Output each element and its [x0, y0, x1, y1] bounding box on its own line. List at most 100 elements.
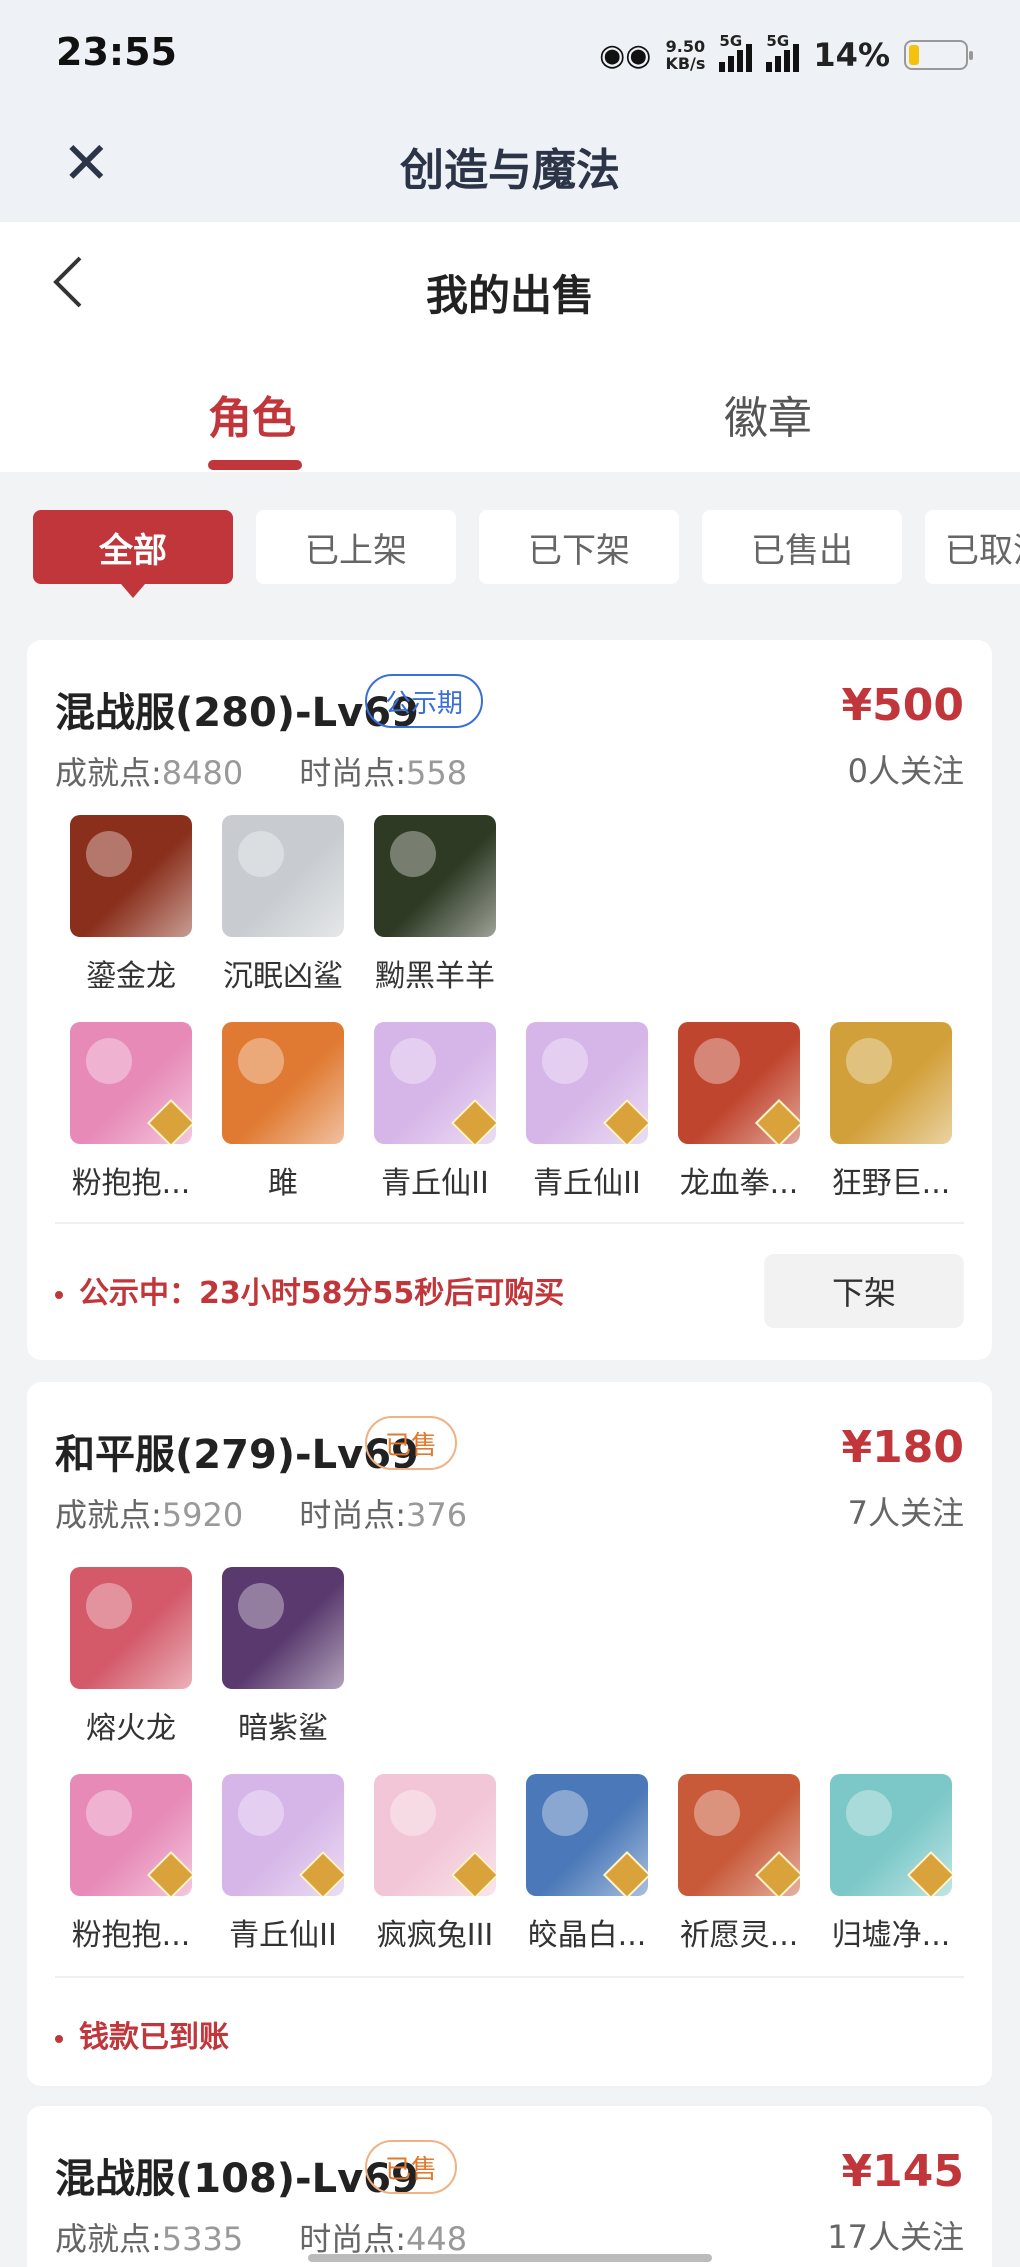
status-badge: 已售	[365, 1416, 458, 1470]
mount-name: 黝黑羊羊	[375, 959, 495, 994]
pet-name: 皎晶白...	[527, 1918, 647, 1953]
pet-image	[678, 1774, 800, 1896]
pet-name: 粉抱抱...	[71, 1166, 191, 1201]
sim2-label: 5G	[766, 32, 790, 50]
app-title: 创造与魔法	[400, 145, 620, 196]
pet-item[interactable]: 祈愿灵...	[663, 1774, 815, 1954]
divider	[55, 1976, 964, 1978]
pet-image	[830, 1022, 952, 1144]
mount-image	[374, 815, 496, 937]
tab-badge[interactable]: 徽章	[724, 382, 812, 446]
mount-row: 熔火龙 暗紫鲨	[55, 1567, 967, 1747]
status-badge: 公示期	[365, 674, 484, 728]
pet-image	[70, 1774, 192, 1896]
achievement-label: 成就点:	[55, 1496, 162, 1534]
pet-image	[70, 1022, 192, 1144]
pet-item[interactable]: 皎晶白...	[511, 1774, 663, 1954]
pet-row: 粉抱抱... 青丘仙II 疯疯兔III 皎晶白... 祈愿灵... 归墟净...	[55, 1774, 967, 1954]
battery-icon	[904, 40, 973, 70]
listing-title: 混战服(108)-Lv69	[55, 2156, 419, 2202]
mount-name: 暗紫鲨	[238, 1711, 328, 1746]
home-indicator[interactable]	[308, 2254, 712, 2262]
pet-item[interactable]: 青丘仙II	[207, 1774, 359, 1954]
mount-item[interactable]: 暗紫鲨	[207, 1567, 359, 1747]
network-speed: 9.50 KB/s	[665, 38, 705, 72]
sim1-label: 5G	[719, 32, 743, 50]
fashion-value: 448	[406, 2220, 468, 2258]
mount-name: 鎏金龙	[86, 959, 176, 994]
signal-icon: 5G	[719, 32, 753, 72]
pet-item[interactable]: 青丘仙II	[359, 1022, 511, 1202]
listing-status-text: 公示中：23小时58分55秒后可购买	[79, 1276, 565, 1311]
mount-image	[222, 1567, 344, 1689]
achievement-label: 成就点:	[55, 2220, 162, 2258]
pet-item[interactable]: 粉抱抱...	[55, 1774, 207, 1954]
fashion-label: 时尚点:	[299, 2220, 407, 2258]
fashion-label: 时尚点:	[299, 1496, 407, 1534]
status-bar: 23:55 ◉◉ 9.50 KB/s 5G 5G 14%	[0, 0, 1020, 110]
signal-icon-2: 5G	[766, 32, 800, 72]
mount-item[interactable]: 鎏金龙	[55, 815, 207, 995]
pet-image	[526, 1022, 648, 1144]
pet-image	[222, 1022, 344, 1144]
pet-item[interactable]: 疯疯兔III	[359, 1774, 511, 1954]
pet-item[interactable]: 雎	[207, 1022, 359, 1202]
mount-image	[70, 1567, 192, 1689]
divider	[55, 1222, 964, 1224]
listing-status: 钱款已到账	[55, 2012, 229, 2056]
pet-name: 龙血拳...	[679, 1166, 799, 1201]
pet-image	[526, 1774, 648, 1896]
pet-name: 狂野巨...	[831, 1166, 951, 1201]
pet-name: 青丘仙II	[229, 1918, 337, 1953]
pet-item[interactable]: 粉抱抱...	[55, 1022, 207, 1202]
pet-image	[374, 1022, 496, 1144]
tab-active-indicator	[208, 460, 302, 470]
listing-status: 公示中：23小时58分55秒后可购买	[55, 1268, 564, 1312]
pet-image	[830, 1774, 952, 1896]
followers-count: 0人关注	[847, 752, 964, 790]
pet-name: 疯疯兔III	[376, 1918, 494, 1953]
listing-meta: 成就点:5920 时尚点:376	[55, 1490, 467, 1536]
filter-sold[interactable]: 已售出	[702, 510, 902, 584]
pet-name: 雎	[268, 1166, 298, 1201]
delist-button[interactable]: 下架	[764, 1254, 964, 1328]
status-indicators: ◉◉ 9.50 KB/s 5G 5G 14%	[599, 30, 973, 80]
pet-item[interactable]: 归墟净...	[815, 1774, 967, 1954]
achievement-value: 8480	[161, 754, 244, 792]
filter-all[interactable]: 全部	[33, 510, 233, 598]
pet-name: 青丘仙II	[533, 1166, 641, 1201]
mount-row: 鎏金龙 沉眠凶鲨 黝黑羊羊	[55, 815, 967, 995]
mount-image	[222, 815, 344, 937]
network-speed-value: 9.50	[665, 37, 706, 56]
pet-item[interactable]: 狂野巨...	[815, 1022, 967, 1202]
battery-percent: 14%	[813, 36, 890, 74]
listing-card[interactable]: 混战服(108)-Lv69 已售 ¥145 成就点:5335 时尚点:448 17…	[27, 2106, 992, 2267]
mount-item[interactable]: 沉眠凶鲨	[207, 815, 359, 995]
status-time: 23:55	[56, 30, 177, 74]
followers-count: 17人关注	[827, 2218, 964, 2256]
mount-item[interactable]: 熔火龙	[55, 1567, 207, 1747]
filter-cancelled[interactable]: 已取消	[925, 510, 1020, 584]
listing-price: ¥145	[841, 2146, 964, 2197]
status-badge: 已售	[365, 2140, 458, 2194]
pet-row: 粉抱抱... 雎 青丘仙II 青丘仙II 龙血拳... 狂野巨...	[55, 1022, 967, 1202]
listing-status-text: 钱款已到账	[79, 2020, 229, 2055]
pet-item[interactable]: 青丘仙II	[511, 1022, 663, 1202]
filter-delisted[interactable]: 已下架	[479, 510, 679, 584]
listing-card[interactable]: 混战服(280)-Lv69 公示期 ¥500 成就点:8480 时尚点:558 0…	[27, 640, 992, 1360]
pet-image	[374, 1774, 496, 1896]
listing-title: 混战服(280)-Lv69	[55, 690, 419, 736]
achievement-value: 5920	[161, 1496, 244, 1534]
mount-item[interactable]: 黝黑羊羊	[359, 815, 511, 995]
pet-name: 粉抱抱...	[71, 1918, 191, 1953]
filter-listed[interactable]: 已上架	[256, 510, 456, 584]
pet-name: 青丘仙II	[381, 1166, 489, 1201]
filter-bar: 全部 已上架 已下架 已售出 已取消	[0, 510, 1020, 600]
listing-price: ¥180	[841, 1422, 964, 1473]
listing-meta: 成就点:8480 时尚点:558	[55, 748, 467, 794]
tab-role[interactable]: 角色	[208, 382, 296, 446]
listing-card[interactable]: 和平服(279)-Lv69 已售 ¥180 成就点:5920 时尚点:376 7人…	[27, 1382, 992, 2086]
pet-item[interactable]: 龙血拳...	[663, 1022, 815, 1202]
fashion-label: 时尚点:	[299, 754, 407, 792]
mount-image	[70, 815, 192, 937]
